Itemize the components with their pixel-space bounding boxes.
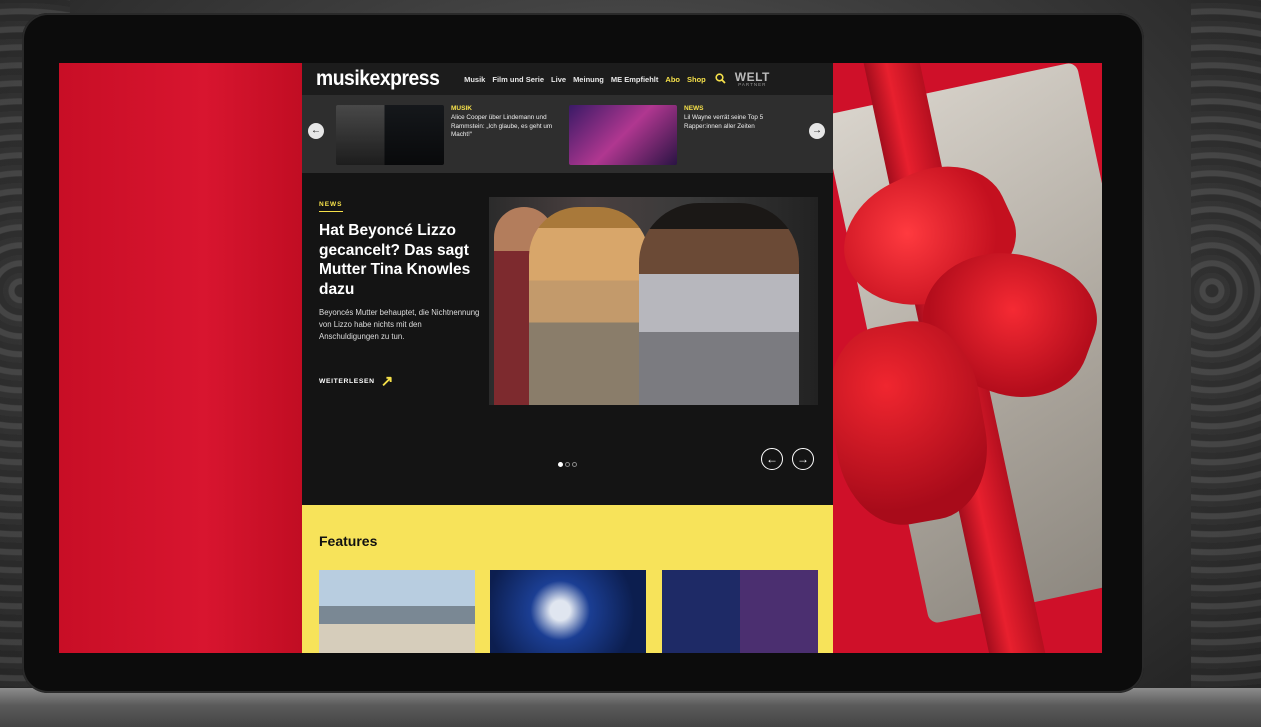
partner-name: WELT — [734, 69, 770, 84]
hero-slider: NEWS Hat Beyoncé Lizzo gecancelt? Das sa… — [302, 173, 833, 505]
welt-partner-logo[interactable]: WELT PARTNER — [735, 71, 770, 88]
ticker-thumbnail — [569, 105, 677, 165]
ticker-text: MUSIK Alice Cooper über Lindemann und Ra… — [451, 105, 561, 165]
feature-card-image[interactable] — [490, 570, 646, 653]
top-navigation: musikexpress Musik Film und Serie Live M… — [302, 63, 833, 95]
red-background — [59, 63, 302, 653]
slider-dot[interactable] — [565, 462, 570, 467]
nav-item-abo[interactable]: Abo — [665, 75, 680, 84]
ticker-prev-button[interactable]: ← — [308, 123, 324, 139]
feature-card-image[interactable] — [662, 570, 818, 653]
slider-pagination — [558, 462, 577, 467]
slider-dot[interactable] — [572, 462, 577, 467]
features-section: Features — [302, 505, 833, 653]
hero-description: Beyoncés Mutter behauptet, die Nichtnenn… — [319, 308, 480, 342]
ticker-item[interactable]: MUSIK Alice Cooper über Lindemann und Ra… — [336, 105, 561, 165]
gift-box-image — [833, 63, 1102, 653]
ticker-thumbnail — [336, 105, 444, 165]
ticker-category: MUSIK — [451, 105, 472, 112]
nav-item-shop[interactable]: Shop — [687, 75, 706, 84]
search-icon[interactable] — [715, 73, 727, 85]
features-heading: Features — [319, 533, 378, 549]
ticker-headline[interactable]: Alice Cooper über Lindemann und Rammstei… — [451, 114, 561, 140]
musikexpress-website: musikexpress Musik Film und Serie Live M… — [302, 63, 833, 653]
read-more-label: WEITERLESEN — [319, 378, 375, 385]
ticker-category: NEWS — [684, 105, 704, 112]
ticker-item[interactable]: NEWS Lil Wayne verrät seine Top 5 Rapper… — [569, 105, 794, 165]
nav-item-me-empfiehlt[interactable]: ME Empfiehlt — [611, 75, 659, 84]
hero-category: NEWS — [319, 201, 343, 212]
site-logo[interactable]: musikexpress — [316, 67, 440, 91]
crowd-background-right — [1191, 0, 1261, 727]
read-more-link[interactable]: WEITERLESEN ↗ — [319, 374, 394, 389]
ticker-text: NEWS Lil Wayne verrät seine Top 5 Rapper… — [684, 105, 794, 165]
slider-prev-button[interactable]: ← — [761, 448, 783, 470]
slider-next-button[interactable]: → — [792, 448, 814, 470]
news-ticker: ← MUSIK Alice Cooper über Lindemann und … — [302, 95, 833, 173]
nav-item-film-und-serie[interactable]: Film und Serie — [492, 75, 544, 84]
slider-dot[interactable] — [558, 462, 563, 467]
ticker-headline[interactable]: Lil Wayne verrät seine Top 5 Rapper:inne… — [684, 114, 794, 131]
nav-item-meinung[interactable]: Meinung — [573, 75, 604, 84]
partner-label: PARTNER — [738, 81, 767, 87]
laptop-base — [0, 688, 1261, 727]
photo-person — [529, 207, 649, 405]
feature-card-image[interactable] — [319, 570, 475, 653]
hero-headline[interactable]: Hat Beyoncé Lizzo gecancelt? Das sagt Mu… — [319, 221, 484, 300]
nav-item-musik[interactable]: Musik — [464, 75, 485, 84]
nav-item-live[interactable]: Live — [551, 75, 566, 84]
arrow-up-right-icon: ↗ — [380, 373, 394, 390]
laptop-screen: musikexpress Musik Film und Serie Live M… — [59, 63, 1102, 653]
hero-photo[interactable] — [489, 197, 818, 405]
photo-person — [639, 203, 799, 405]
ticker-next-button[interactable]: → — [809, 123, 825, 139]
